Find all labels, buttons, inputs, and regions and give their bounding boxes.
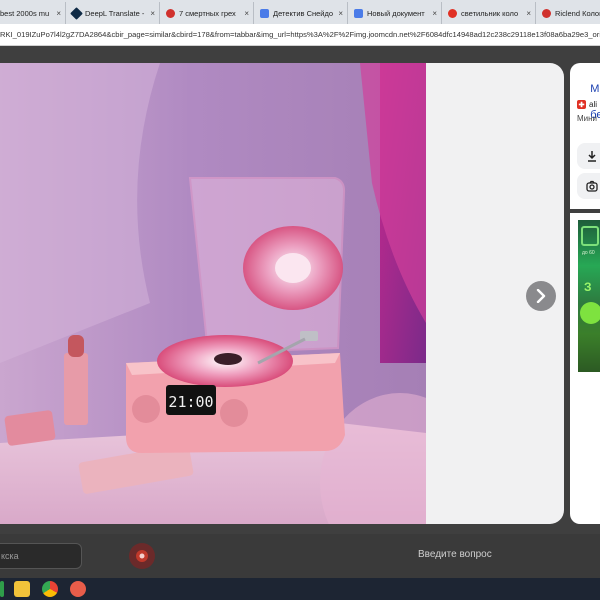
source-site-label: ali: [589, 100, 598, 109]
ad-badge: [581, 226, 599, 246]
main-image[interactable]: 21:00: [0, 63, 426, 524]
browser-tab[interactable]: DeepL Translate - ×: [66, 2, 160, 24]
ad-small-text: до 60: [582, 250, 595, 256]
app-icon[interactable]: [0, 581, 4, 597]
sticky-notes-icon[interactable]: [14, 581, 30, 597]
close-icon[interactable]: ×: [526, 9, 531, 18]
ad-mid-text: З: [584, 280, 592, 294]
alice-icon[interactable]: [129, 543, 155, 569]
card-separator: [570, 209, 600, 213]
deepl-icon: [70, 6, 83, 20]
search-button[interactable]: кска: [0, 543, 82, 569]
next-image-button[interactable]: [526, 281, 556, 311]
download-button[interactable]: [577, 143, 600, 169]
tab-label: 7 смертных грех: [179, 8, 236, 18]
tab-label: светильник коло: [461, 8, 519, 18]
browser-tab[interactable]: светильник коло ×: [442, 2, 536, 24]
docs-icon: [260, 8, 269, 18]
browser-tab-strip: best 2000s mu × DeepL Translate - × 7 см…: [0, 0, 600, 24]
browser-tab[interactable]: Детектив Снейдо ×: [254, 2, 348, 24]
os-taskbar: [0, 578, 600, 600]
docs-icon: [354, 8, 363, 18]
browser-tab[interactable]: Новый документ ×: [348, 2, 442, 24]
tab-label: DeepL Translate -: [85, 8, 145, 18]
close-icon[interactable]: ×: [56, 9, 61, 18]
close-icon[interactable]: ×: [150, 9, 155, 18]
browser-tab[interactable]: 7 смертных грех ×: [160, 2, 254, 24]
circle-icon: [166, 8, 175, 18]
search-button-label: кска: [1, 551, 19, 561]
tab-label: best 2000s mu: [0, 8, 50, 18]
browser-tab[interactable]: best 2000s mu ×: [0, 2, 66, 24]
chevron-right-icon: [536, 289, 546, 303]
ask-input[interactable]: Введите вопрос: [418, 549, 492, 560]
address-bar[interactable]: RKI_019IZuPo7l4l2gZ7DA2864&cbir_page=sim…: [0, 24, 600, 46]
lens-search-button[interactable]: [577, 173, 600, 199]
tab-label: Riclend Колонка: [555, 8, 600, 18]
aliexpress-icon: [448, 8, 457, 18]
ad-banner[interactable]: до 60 З: [578, 220, 600, 372]
source-site[interactable]: ✚ ali: [577, 100, 597, 109]
product-title-line1: Мин: [590, 83, 600, 95]
riclend-icon: [542, 8, 551, 18]
yandex-browser-icon[interactable]: [70, 581, 86, 597]
aliexpress-icon: ✚: [577, 100, 586, 109]
alice-glyph-icon: [136, 550, 148, 562]
close-icon[interactable]: ×: [338, 9, 343, 18]
tab-label: Детектив Снейдо: [273, 8, 334, 18]
product-description: Мини: [577, 114, 598, 123]
close-icon[interactable]: ×: [244, 9, 249, 18]
clock-display-text: 21:00: [168, 393, 213, 411]
lens-icon: [586, 180, 598, 192]
close-icon[interactable]: ×: [432, 9, 437, 18]
browser-tab[interactable]: Riclend Колонка ×: [536, 2, 600, 24]
bottom-bar: [0, 534, 600, 578]
chrome-icon[interactable]: [42, 581, 58, 597]
ad-graphic: [580, 302, 600, 324]
download-icon: [588, 151, 596, 162]
tab-label: Новый документ: [367, 8, 425, 18]
